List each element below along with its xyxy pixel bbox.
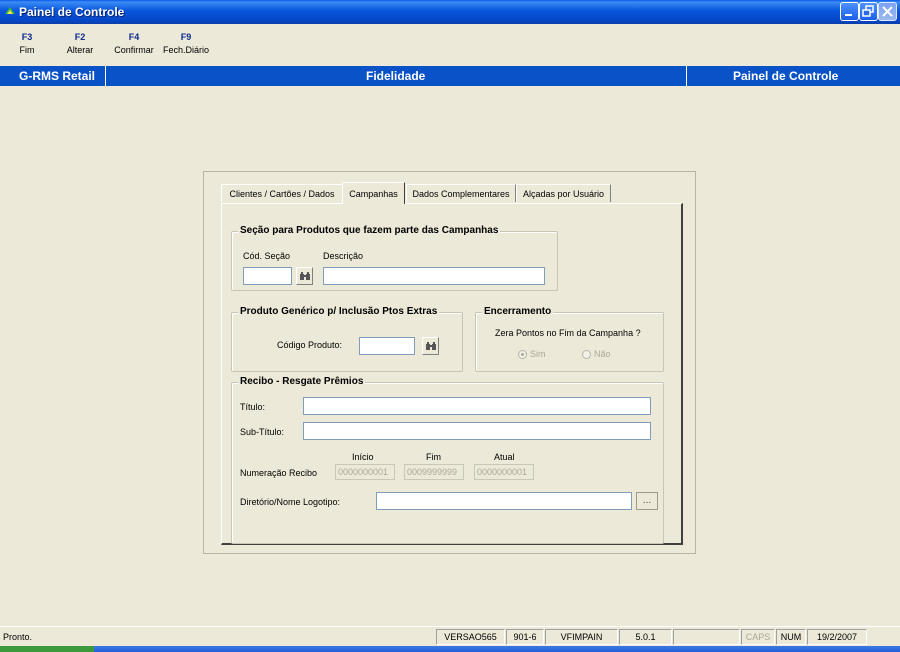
binoculars-icon xyxy=(300,272,310,280)
tab-label: Clientes / Cartões / Dados xyxy=(229,189,335,199)
secao-lookup-button[interactable] xyxy=(296,267,313,285)
sim-radio-label: Sim xyxy=(530,349,546,359)
status-date: 19/2/2007 xyxy=(807,629,867,645)
fkey-label: Fech.Diário xyxy=(162,45,209,55)
fkey-label: Alterar xyxy=(66,45,94,55)
tab-clientes[interactable]: Clientes / Cartões / Dados xyxy=(221,184,343,202)
browse-logotipo-button[interactable]: ... xyxy=(636,492,658,510)
header-band: G-RMS Retail Fidelidade Painel de Contro… xyxy=(0,66,900,86)
binoculars-icon xyxy=(426,342,436,350)
status-module: VFIMPAIN xyxy=(545,629,618,645)
header-divider xyxy=(686,66,687,86)
tab-label: Dados Complementares xyxy=(412,189,510,199)
codigo-produto-input[interactable] xyxy=(359,337,415,355)
fkey-fech-diario-button[interactable]: F9 Fech.Diário xyxy=(160,32,212,55)
fkey-code: F4 xyxy=(128,32,140,42)
fkey-fim-button[interactable]: F3 Fim xyxy=(16,32,38,55)
fkey-alterar-button[interactable]: F2 Alterar xyxy=(62,32,98,55)
header-divider xyxy=(105,66,106,86)
header-app-name: G-RMS Retail xyxy=(19,69,96,83)
window-title: Painel de Controle xyxy=(19,5,125,19)
status-caps: CAPS xyxy=(741,629,775,645)
recibo-group-title: Recibo - Resgate Prêmios xyxy=(238,376,366,387)
start-button[interactable] xyxy=(0,646,94,652)
status-code: 901-6 xyxy=(506,629,544,645)
status-message: Pronto. xyxy=(3,632,33,642)
encerramento-group: Encerramento xyxy=(475,306,664,372)
encerramento-group-title: Encerramento xyxy=(482,306,554,317)
fkey-label: Fim xyxy=(19,45,35,55)
subtitulo-input[interactable] xyxy=(303,422,651,440)
tab-label: Campanhas xyxy=(349,189,398,199)
taskbar xyxy=(0,646,900,652)
logotipo-label: Diretório/Nome Logotipo: xyxy=(240,497,341,507)
minimize-icon xyxy=(845,14,852,16)
fkey-code: F9 xyxy=(180,32,192,42)
cod-secao-label: Cód. Seção xyxy=(243,251,291,261)
nao-radio[interactable] xyxy=(582,350,591,359)
codigo-produto-label: Código Produto: xyxy=(277,340,343,350)
grms-app-icon xyxy=(5,7,15,14)
inicio-label: Início xyxy=(352,452,374,462)
status-num: NUM xyxy=(776,629,806,645)
status-blank-panel xyxy=(673,629,740,645)
title-bar[interactable]: Painel de Controle xyxy=(0,0,900,24)
numeracao-recibo-label: Numeração Recibo xyxy=(240,468,318,478)
status-bar: Pronto. VERSAO565 901-6 VFIMPAIN 5.0.1 C… xyxy=(0,626,900,646)
function-key-toolbar: F3 Fim F2 Alterar F4 Confirmar F9 Fech.D… xyxy=(0,24,900,66)
fkey-label: Confirmar xyxy=(114,45,154,55)
produto-lookup-button[interactable] xyxy=(422,337,439,355)
fkey-code: F2 xyxy=(74,32,86,42)
atual-label: Atual xyxy=(494,452,515,462)
numeracao-atual-field: 0000000001 xyxy=(474,464,534,480)
sim-radio[interactable] xyxy=(518,350,527,359)
zera-pontos-question: Zera Pontos no Fim da Campanha ? xyxy=(495,328,641,338)
status-version: VERSAO565 xyxy=(436,629,505,645)
logotipo-path-input[interactable] xyxy=(376,492,632,510)
restore-icon xyxy=(862,5,874,17)
restore-button[interactable] xyxy=(859,2,878,21)
numeracao-fim-field: 0009999999 xyxy=(404,464,464,480)
titulo-label: Título: xyxy=(240,402,266,412)
close-button[interactable] xyxy=(878,2,897,21)
nao-radio-label: Não xyxy=(594,349,611,359)
status-release: 5.0.1 xyxy=(619,629,672,645)
descricao-input[interactable] xyxy=(323,267,545,285)
secao-group-title: Seção para Produtos que fazem parte das … xyxy=(238,225,501,236)
header-module: Fidelidade xyxy=(366,69,426,83)
fkey-confirmar-button[interactable]: F4 Confirmar xyxy=(111,32,157,55)
tab-campanhas[interactable]: Campanhas xyxy=(342,182,405,204)
close-icon xyxy=(882,6,893,17)
fkey-code: F3 xyxy=(21,32,33,42)
titulo-input[interactable] xyxy=(303,397,651,415)
numeracao-inicio-field: 0000000001 xyxy=(335,464,395,480)
fim-label: Fim xyxy=(426,452,441,462)
tab-dados-complementares[interactable]: Dados Complementares xyxy=(406,184,516,202)
tab-label: Alçadas por Usuário xyxy=(522,189,605,199)
tab-alcadas[interactable]: Alçadas por Usuário xyxy=(516,184,611,202)
subtitulo-label: Sub-Título: xyxy=(240,427,285,437)
cod-secao-input[interactable] xyxy=(243,267,292,285)
minimize-button[interactable] xyxy=(840,2,859,21)
produto-group-title: Produto Genérico p/ Inclusão Ptos Extras xyxy=(238,306,440,317)
header-screen: Painel de Controle xyxy=(733,69,839,83)
descricao-label: Descrição xyxy=(323,251,364,261)
